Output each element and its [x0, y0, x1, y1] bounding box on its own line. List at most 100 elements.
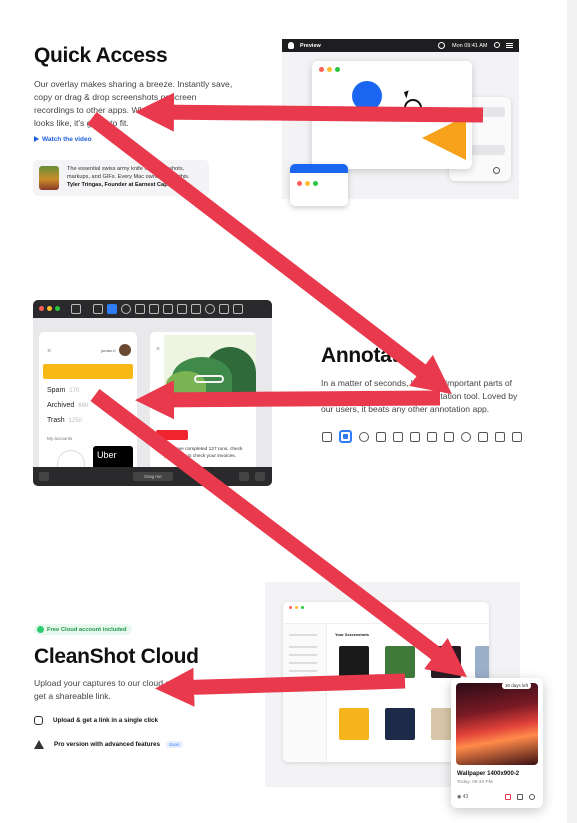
accounts-label: My accounts	[47, 436, 73, 441]
cursor-icon	[403, 90, 412, 99]
history-icon	[71, 304, 81, 314]
list-item: Trash 1250	[47, 417, 82, 424]
drag-me-button: Drag me	[133, 472, 173, 481]
menu-bar-clock: Mon 09:41 AM	[452, 42, 488, 49]
quick-access-description: Our overlay makes sharing a breeze. Inst…	[34, 79, 233, 128]
feature-upload: Upload & get a link in a single click	[34, 716, 158, 725]
line-tool-icon	[135, 304, 145, 314]
cloud-description: Upload your captures to our cloud and in…	[34, 678, 214, 701]
record-icon	[438, 42, 445, 49]
screenshot-thumb	[431, 646, 461, 678]
free-cloud-badge-label: Free Cloud account included	[47, 627, 127, 634]
text-tool-icon	[163, 304, 173, 314]
travel-app-mockup: × You have completed 127 runs, check you…	[150, 332, 256, 472]
link-icon	[34, 716, 43, 725]
window-controls	[39, 306, 60, 311]
list-item: Archived 660	[47, 402, 89, 409]
annotate-description: In a matter of seconds, highlight import…	[321, 378, 518, 414]
quick-access-preview-image: Preview Mon 09:41 AM	[282, 39, 519, 206]
quick-access-title: Quick Access	[34, 44, 168, 67]
soon-badge: Soon	[166, 741, 183, 748]
download-icon	[517, 794, 523, 800]
highlight-tool-icon	[107, 304, 117, 314]
circle-icon	[493, 167, 500, 174]
testimonial-avatar	[39, 166, 59, 190]
orange-triangle-shape	[422, 116, 466, 160]
blue-circle-shape	[352, 81, 382, 111]
pen-tool-icon	[219, 304, 229, 314]
wallpaper-photo	[456, 683, 538, 765]
menu-icon	[506, 43, 513, 44]
highlight-tool-icon[interactable]	[339, 430, 352, 443]
cloud-window-header	[283, 602, 489, 624]
line-tool-icon[interactable]	[376, 431, 386, 442]
pixelate-tool-icon[interactable]	[444, 431, 454, 442]
square-tool-icon[interactable]	[322, 431, 332, 442]
blur-tool-icon	[177, 304, 187, 314]
free-cloud-badge: Free Cloud account included	[34, 624, 132, 636]
screenshot-thumb	[475, 646, 489, 678]
screenshot-thumb	[339, 646, 369, 678]
arrow-tool-icon[interactable]	[393, 431, 403, 442]
annotate-preview-image: × jordan.h Spam 170 Archived 660 Trash 1250…	[33, 300, 272, 486]
file-name: Wallpaper 1400x900-2	[457, 771, 520, 777]
window-controls	[319, 67, 340, 72]
testimonial-author: Tyler Tringas, Founder at Earnest Capita…	[67, 182, 176, 188]
mail-app-mockup: × jordan.h Spam 170 Archived 660 Trash 1250…	[39, 332, 137, 486]
star-icon	[34, 740, 44, 749]
cloud-title: CleanShot Cloud	[34, 645, 199, 668]
pen-tool-icon[interactable]	[478, 431, 488, 442]
list-item: Spam 170	[47, 387, 80, 394]
arrow-tool-icon	[149, 304, 159, 314]
square-tool-icon	[93, 304, 103, 314]
feature-pro-label: Pro version with advanced features	[54, 741, 161, 748]
cloud-sidebar	[283, 624, 327, 762]
mac-menu-bar: Preview Mon 09:41 AM	[282, 39, 519, 52]
file-time: Today, 09:40 PM	[457, 780, 493, 785]
save-icon	[239, 472, 249, 481]
your-screenshots-header: Your Screenshots	[335, 632, 369, 637]
crop-tool-icon[interactable]	[495, 431, 505, 442]
testimonial-quote: The essential swiss army knife for scree…	[67, 166, 190, 180]
feature-pro: Pro version with advanced features Soon	[34, 740, 183, 749]
crop-tool-icon	[233, 304, 243, 314]
pixelate-tool-icon	[191, 304, 201, 314]
highlight-bar	[43, 364, 133, 379]
window-controls	[289, 606, 304, 609]
testimonial-card: The essential swiss army knife for scree…	[33, 160, 209, 196]
completion-text: You have completed 127 runs, check your …	[164, 447, 243, 459]
apple-icon	[288, 42, 294, 49]
preview-window	[312, 61, 472, 169]
close-icon: ×	[47, 348, 52, 355]
play-icon	[34, 136, 39, 143]
pin-icon	[39, 472, 49, 481]
delete-icon	[505, 794, 511, 800]
annotate-title: Annotate	[321, 344, 410, 367]
watch-video-link[interactable]: Watch the video	[34, 136, 92, 143]
annotation-toolbar	[33, 300, 272, 318]
ring-shape	[404, 99, 422, 117]
screenshot-thumb	[385, 708, 415, 740]
text-tool-icon[interactable]	[410, 431, 420, 442]
cloud-upload-card: 30 days left Wallpaper 1400x900-2 Today,…	[451, 678, 543, 808]
counter-tool-icon[interactable]	[461, 431, 471, 442]
hills-illustration	[164, 335, 256, 399]
ellipse-tool-icon[interactable]	[359, 431, 369, 442]
menu-bar-app-name: Preview	[300, 42, 321, 49]
blur-tool-icon[interactable]	[427, 431, 437, 442]
days-left-badge: 30 days left	[502, 682, 532, 689]
landing-page: Quick Access Our overlay makes sharing a…	[0, 0, 577, 823]
annotation-tools-row	[322, 430, 522, 443]
quick-access-overlay-thumbnail	[290, 164, 348, 206]
scroll-edge	[567, 0, 577, 823]
annotation-bottom-bar: Drag me	[33, 467, 272, 486]
counter-tool-icon	[205, 304, 215, 314]
upload-icon	[255, 472, 265, 481]
window-controls	[297, 181, 318, 186]
screenshot-thumb	[385, 646, 415, 678]
rotate-tool-icon[interactable]	[512, 431, 522, 442]
link-icon	[529, 794, 535, 800]
avatar	[119, 344, 131, 356]
feature-upload-label: Upload & get a link in a single click	[53, 717, 158, 724]
red-highlight-box	[156, 430, 188, 440]
